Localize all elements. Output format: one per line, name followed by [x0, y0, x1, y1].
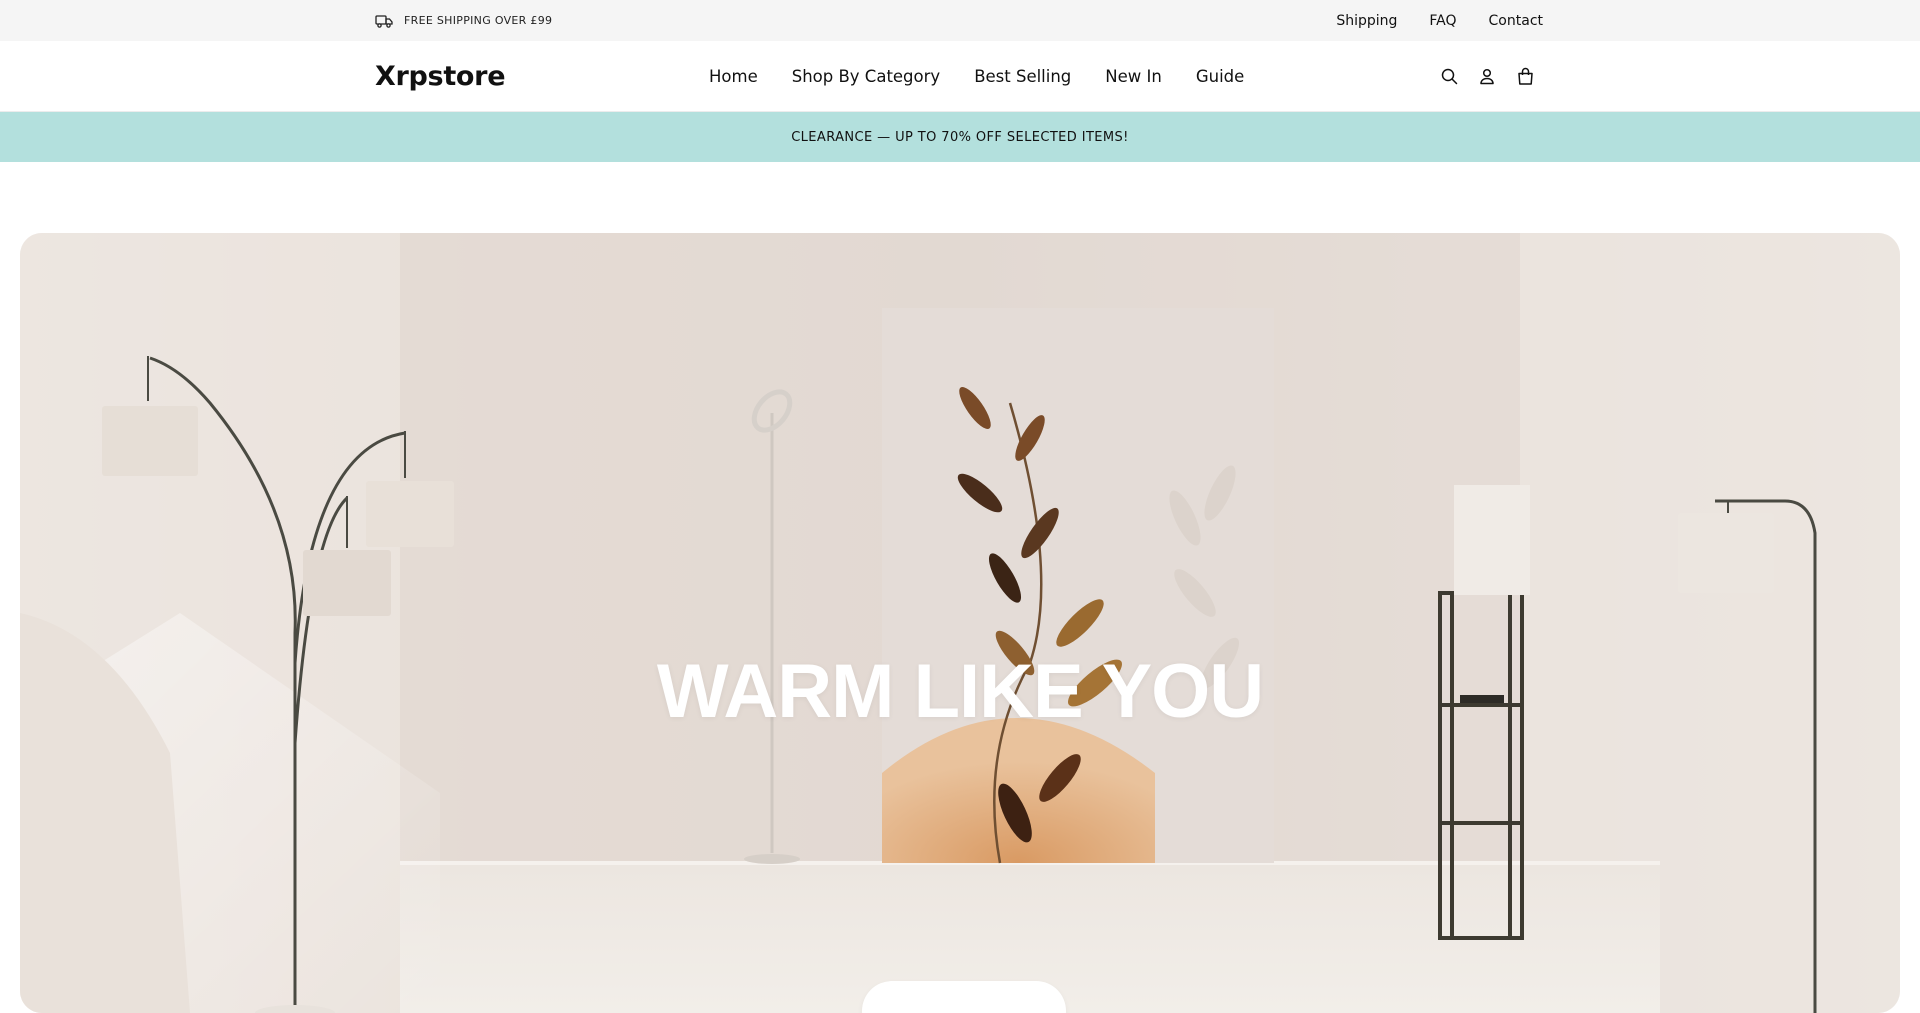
free-shipping-notice: FREE SHIPPING OVER £99: [375, 0, 552, 41]
account-icon[interactable]: [1478, 68, 1496, 86]
cart-icon[interactable]: [1516, 67, 1534, 86]
utility-bar: FREE SHIPPING OVER £99 Shipping FAQ Cont…: [0, 0, 1920, 41]
header-icons: [1440, 41, 1534, 112]
utility-links: Shipping FAQ Contact: [1336, 0, 1543, 41]
nav-best-selling[interactable]: Best Selling: [974, 67, 1071, 86]
nav-home[interactable]: Home: [709, 67, 758, 86]
hero-image: [20, 233, 1900, 1013]
announcement-text: CLEARANCE — UP TO 70% OFF SELECTED ITEMS…: [791, 129, 1129, 145]
hero-cta-button[interactable]: [862, 981, 1066, 1013]
truck-icon: [375, 14, 393, 28]
faq-link[interactable]: FAQ: [1429, 13, 1456, 29]
main-nav: Home Shop By Category Best Selling New I…: [709, 41, 1244, 112]
nav-new-in[interactable]: New In: [1105, 67, 1162, 86]
site-logo[interactable]: Xrpstore: [375, 41, 506, 112]
contact-link[interactable]: Contact: [1489, 13, 1543, 29]
nav-guide[interactable]: Guide: [1196, 67, 1244, 86]
search-icon[interactable]: [1440, 68, 1458, 86]
shipping-link[interactable]: Shipping: [1336, 13, 1397, 29]
nav-shop-by-category[interactable]: Shop By Category: [792, 67, 940, 86]
hero-title: WARM LIKE YOU: [656, 649, 1264, 734]
announcement-bar[interactable]: CLEARANCE — UP TO 70% OFF SELECTED ITEMS…: [0, 112, 1920, 162]
hero-banner: WARM LIKE YOU: [20, 233, 1900, 1013]
site-header: Xrpstore Home Shop By Category Best Sell…: [0, 41, 1920, 112]
free-shipping-text: FREE SHIPPING OVER £99: [404, 14, 553, 27]
